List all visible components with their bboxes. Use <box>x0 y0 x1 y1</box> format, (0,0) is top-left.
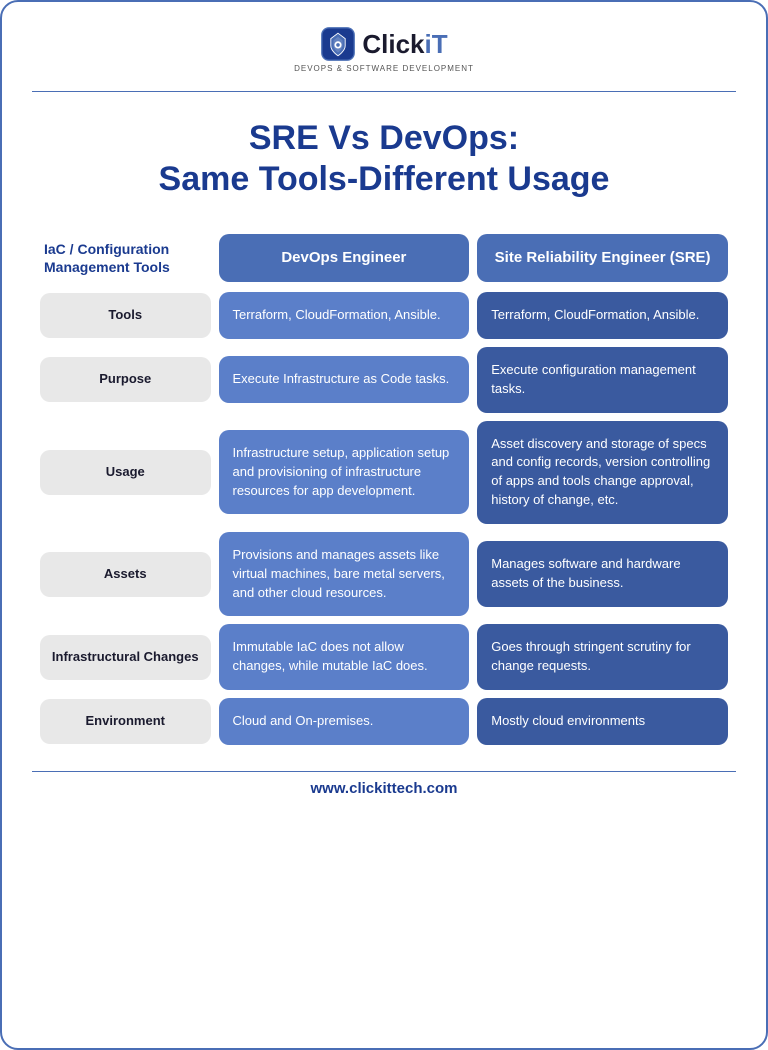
row-devops-0: Terraform, CloudFormation, Ansible. <box>219 292 470 339</box>
row-label-4: Infrastructural Changes <box>40 635 211 680</box>
table-row: AssetsProvisions and manages assets like… <box>40 532 728 617</box>
row-devops-2: Infrastructure setup, application setup … <box>219 430 470 515</box>
row-label-0: Tools <box>40 293 211 338</box>
row-sre-4: Goes through stringent scrutiny for chan… <box>477 624 728 690</box>
table-row: EnvironmentCloud and On-premises.Mostly … <box>40 698 728 745</box>
title-line1: SRE Vs DevOps: <box>159 118 610 159</box>
footer-url-prefix: www. <box>310 780 349 797</box>
header-row: IaC / Configuration Management Tools Dev… <box>40 232 728 284</box>
table-row: ToolsTerraform, CloudFormation, Ansible.… <box>40 292 728 339</box>
title-line2: Same Tools-Different Usage <box>159 159 610 200</box>
logo-subtitle: DevOps & Software Development <box>294 64 474 73</box>
page-wrapper: ClickiT DevOps & Software Development SR… <box>0 0 768 1050</box>
row-sre-3: Manages software and hardware assets of … <box>477 541 728 607</box>
logo-it: iT <box>425 29 448 60</box>
row-label-3: Assets <box>40 552 211 597</box>
table-row: Infrastructural ChangesImmutable IaC doe… <box>40 624 728 690</box>
row-sre-0: Terraform, CloudFormation, Ansible. <box>477 292 728 339</box>
header-sre-label: Site Reliability Engineer (SRE) <box>477 234 728 282</box>
header-sre-cell: Site Reliability Engineer (SRE) <box>477 232 728 284</box>
row-label-5: Environment <box>40 699 211 744</box>
main-title: SRE Vs DevOps: Same Tools-Different Usag… <box>159 118 610 200</box>
header-category-cell: IaC / Configuration Management Tools <box>40 232 211 284</box>
row-sre-2: Asset discovery and storage of specs and… <box>477 421 728 524</box>
footer-url: www.clickittech.com <box>310 780 457 797</box>
footer-divider <box>32 771 736 772</box>
row-devops-4: Immutable IaC does not allow changes, wh… <box>219 624 470 690</box>
logo-text: ClickiT <box>362 29 447 60</box>
logo-container: ClickiT <box>320 26 447 62</box>
row-label-1: Purpose <box>40 357 211 402</box>
row-devops-5: Cloud and On-premises. <box>219 698 470 745</box>
footer-url-suffix: .com <box>422 780 457 797</box>
logo-click: Click <box>362 29 424 60</box>
row-devops-3: Provisions and manages assets like virtu… <box>219 532 470 617</box>
footer-url-bold: clickittech <box>349 780 422 797</box>
row-sre-1: Execute configuration management tasks. <box>477 347 728 413</box>
top-divider <box>32 91 736 92</box>
row-sre-5: Mostly cloud environments <box>477 698 728 745</box>
row-label-2: Usage <box>40 450 211 495</box>
table-row: PurposeExecute Infrastructure as Code ta… <box>40 347 728 413</box>
header-category-label: IaC / Configuration Management Tools <box>40 232 211 284</box>
table-body: ToolsTerraform, CloudFormation, Ansible.… <box>40 292 728 745</box>
table-row: UsageInfrastructure setup, application s… <box>40 421 728 524</box>
header-devops-label: DevOps Engineer <box>219 234 470 282</box>
comparison-table: IaC / Configuration Management Tools Dev… <box>32 224 736 753</box>
row-devops-1: Execute Infrastructure as Code tasks. <box>219 356 470 403</box>
clickit-logo-icon <box>320 26 356 62</box>
header-devops-cell: DevOps Engineer <box>219 232 470 284</box>
logo-area: ClickiT DevOps & Software Development <box>294 26 474 73</box>
